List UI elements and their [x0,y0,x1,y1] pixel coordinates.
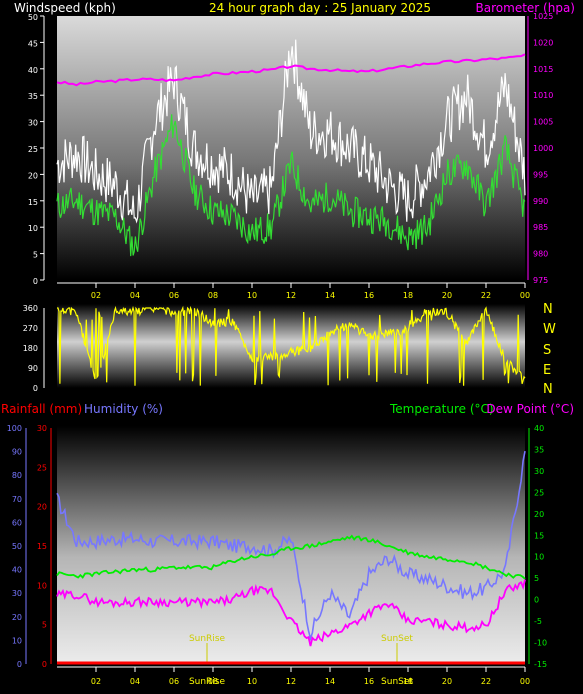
bottom-time-tick-14: 14 [325,677,335,686]
baro-y-tick-990: 990 [533,197,548,206]
temp-y-tick-15: 15 [534,531,544,540]
rain-y-tick-0: 0 [42,660,47,669]
baro-y-tick-985: 985 [533,223,548,232]
baro-y-tick-1025: 1025 [533,12,553,21]
top-time-tick-14: 14 [325,291,335,300]
humidity-y-tick-100: 100 [7,424,22,433]
wind-y-tick-50: 50 [28,13,38,22]
temp-y-tick--15: -15 [534,660,547,669]
top-time-tick-06: 06 [169,291,179,300]
chart-canvas: Windspeed (kph) 24 hour graph day : 25 J… [1,1,575,687]
bottom-time-tick-22: 22 [481,677,491,686]
baro-y-tick-980: 980 [533,250,548,259]
humidity-y-tick-90: 90 [12,448,22,457]
temp-y-tick-20: 20 [534,510,544,519]
wind-y-tick-15: 15 [28,198,38,207]
bottom-time-tick-00: 00 [520,677,530,686]
humidity-y-tick-10: 10 [12,636,22,645]
wind-y-tick-20: 20 [28,171,38,180]
wind-y-tick-40: 40 [28,66,38,75]
temperature-title: Temperature (°C) [389,402,494,416]
dir-y-tick-90: 90 [28,364,38,373]
dir-y-tick-360: 360 [23,304,38,313]
sunset-label: SunSet [381,634,413,644]
bottom-time-tick-16: 16 [364,677,374,686]
rain-y-tick-10: 10 [37,581,47,590]
dir-y-tick-180: 180 [23,344,38,353]
bottom-time-tick-12: 12 [286,677,296,686]
humidity-y-tick-80: 80 [12,471,22,480]
temp-y-tick-10: 10 [534,553,544,562]
wind-y-tick-30: 30 [28,119,38,128]
rain-y-tick-25: 25 [37,463,47,472]
top-time-tick-04: 04 [130,291,140,300]
baro-y-tick-1010: 1010 [533,91,553,100]
bottom-time-tick-02: 02 [91,677,101,686]
top-time-tick-02: 02 [91,291,101,300]
bottom-time-tick-10: 10 [247,677,257,686]
humidity-y-tick-40: 40 [12,566,22,575]
dir-y-tick-0: 0 [33,384,38,393]
temp-y-tick-5: 5 [534,574,539,583]
baro-y-tick-1000: 1000 [533,144,553,153]
temp-y-tick--5: -5 [534,617,542,626]
temp-y-tick-40: 40 [534,424,544,433]
direction-panel-bg [57,304,525,388]
baro-y-tick-975: 975 [533,276,548,285]
top-time-tick-20: 20 [442,291,452,300]
compass-w: W [543,322,556,337]
humidity-y-tick-50: 50 [12,542,22,551]
top-time-tick-08: 08 [208,291,218,300]
baro-y-tick-1015: 1015 [533,65,553,74]
humidity-y-tick-20: 20 [12,613,22,622]
compass-e: E [543,363,551,378]
bottom-time-tick-20: 20 [442,677,452,686]
top-time-tick-22: 22 [481,291,491,300]
barometer-title: Barometer (hpa) [476,1,575,15]
top-time-tick-10: 10 [247,291,257,300]
temp-y-tick-25: 25 [534,488,544,497]
temp-y-tick-30: 30 [534,467,544,476]
bottom-time-tick-06: 06 [169,677,179,686]
temp-y-tick-35: 35 [534,446,544,455]
rain-y-tick-20: 20 [37,503,47,512]
humidity-title: Humidity (%) [84,402,163,416]
baro-y-tick-995: 995 [533,170,548,179]
dir-y-tick-270: 270 [23,324,38,333]
compass-s: S [543,343,551,358]
bottom-time-tick-08: 08 [208,677,218,686]
wind-y-tick-35: 35 [28,92,38,101]
wind-y-tick-45: 45 [28,39,38,48]
rainfall-title: Rainfall (mm) [1,402,82,416]
wind-y-tick-10: 10 [28,224,38,233]
temp-y-tick-0: 0 [534,596,539,605]
compass-n-top: N [543,302,553,317]
chart-title: 24 hour graph day : 25 January 2025 [209,1,431,15]
wind-y-tick-5: 5 [33,251,38,260]
wind-y-tick-25: 25 [28,145,38,154]
sunrise-label: SunRise [189,634,226,644]
humidity-y-tick-30: 30 [12,589,22,598]
humidity-y-tick-0: 0 [17,660,22,669]
dew-point-title: Dew Point (°C) [486,402,574,416]
baro-y-tick-1005: 1005 [533,118,553,127]
wind-y-tick-0: 0 [33,277,38,286]
humidity-y-tick-60: 60 [12,518,22,527]
top-time-tick-18: 18 [403,291,413,300]
baro-y-tick-1020: 1020 [533,38,553,47]
humidity-y-tick-70: 70 [12,495,22,504]
temp-y-tick--10: -10 [534,639,547,648]
top-time-tick-12: 12 [286,291,296,300]
compass-n-bottom: N [543,382,553,397]
rain-y-tick-5: 5 [42,621,47,630]
rain-y-tick-15: 15 [37,542,47,551]
rain-y-tick-30: 30 [37,424,47,433]
bottom-time-tick-04: 04 [130,677,140,686]
top-time-tick-16: 16 [364,291,374,300]
weather-graph: Windspeed (kph) 24 hour graph day : 25 J… [0,0,583,694]
top-time-tick-00: 00 [520,291,530,300]
bottom-time-tick-18: 18 [403,677,413,686]
